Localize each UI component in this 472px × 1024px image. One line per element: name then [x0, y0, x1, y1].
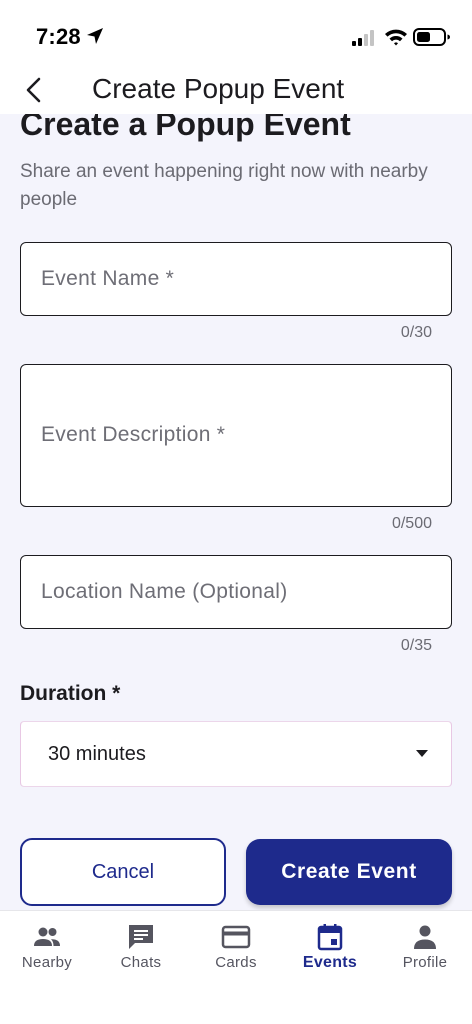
status-bar: 7:28: [0, 0, 472, 64]
nav-label-profile: Profile: [402, 954, 448, 971]
nav-label-chats: Chats: [120, 954, 162, 971]
battery-icon: [413, 28, 450, 46]
signal-icon: [352, 30, 374, 46]
nav-label-nearby: Nearby: [21, 954, 73, 971]
nav-item-events[interactable]: Events: [283, 911, 377, 981]
nav-label-events: Events: [302, 954, 358, 971]
location-name-field-box: [20, 555, 452, 629]
nav-item-nearby[interactable]: Nearby: [0, 911, 94, 981]
chat-icon: [129, 925, 153, 949]
nav-item-chats[interactable]: Chats: [94, 911, 188, 981]
event-description-input[interactable]: [21, 365, 451, 506]
form-heading: Create a Popup Event: [20, 114, 351, 142]
status-time: 7:28: [36, 24, 81, 49]
event-name-field-box: [20, 242, 452, 316]
bottom-nav: Nearby Chats Cards Events Profile: [0, 910, 472, 1024]
form-subtitle: Share an event happening right now with …: [20, 161, 428, 210]
nav-item-profile[interactable]: Profile: [378, 911, 472, 981]
nav-label-cards: Cards: [215, 954, 257, 971]
event-description-field-box: [20, 364, 452, 507]
calendar-icon: [317, 924, 343, 951]
duration-selected-value: 30 minutes: [48, 743, 146, 765]
create-event-form: Create a Popup Event Share an event happ…: [0, 114, 472, 910]
location-name-counter: 0/35: [400, 637, 432, 654]
create-event-button[interactable]: Create Event: [246, 839, 452, 905]
back-button[interactable]: [14, 70, 54, 110]
location-name-input[interactable]: [21, 556, 451, 628]
event-name-counter: 0/30: [400, 324, 432, 341]
wifi-icon: [385, 29, 407, 46]
page-title: Create Popup Event: [92, 73, 345, 104]
cancel-button[interactable]: Cancel: [20, 838, 226, 906]
card-icon: [221, 925, 251, 949]
event-description-counter: 0/500: [391, 515, 432, 532]
app-bar: Create Popup Event: [0, 64, 472, 114]
duration-dropdown[interactable]: 30 minutes: [20, 721, 452, 787]
person-icon: [414, 925, 436, 949]
nav-item-cards[interactable]: Cards: [189, 911, 283, 981]
people-icon: [34, 927, 60, 946]
chevron-left-icon: [26, 77, 41, 103]
location-arrow-icon: [87, 28, 103, 44]
caret-down-icon: [416, 750, 428, 757]
event-name-input[interactable]: [21, 243, 451, 315]
duration-label: Duration *: [20, 682, 121, 705]
